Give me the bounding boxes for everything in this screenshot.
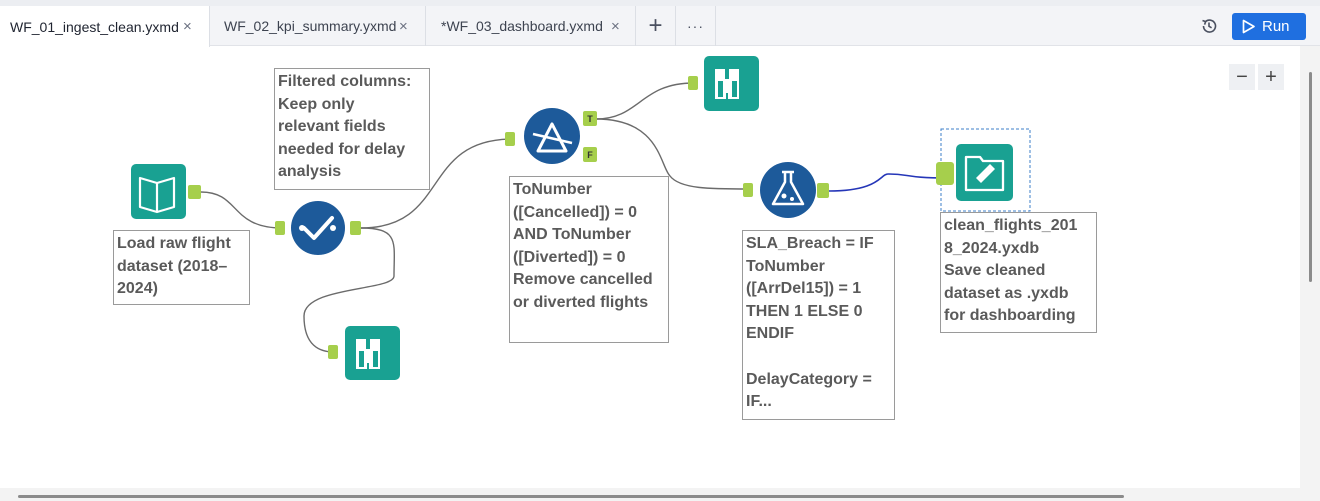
annotation-select: Filtered columns: Keep only relevant fie…	[274, 68, 430, 190]
play-icon	[1242, 19, 1255, 34]
run-label: Run	[1262, 18, 1290, 35]
input-data-tool[interactable]	[131, 164, 201, 219]
true-anchor-label: T	[587, 114, 593, 124]
horizontal-scroll-thumb[interactable]	[18, 495, 1124, 498]
formula-tool[interactable]	[743, 162, 829, 218]
zoom-out-button[interactable]: −	[1229, 64, 1255, 90]
history-icon[interactable]	[1200, 17, 1218, 40]
zoom-in-button[interactable]: +	[1258, 64, 1284, 90]
browse-tool-top[interactable]	[688, 56, 759, 111]
browse-tool-bottom[interactable]	[328, 326, 400, 380]
output-data-tool[interactable]	[936, 128, 1031, 212]
annotation-output: clean_flights_201 8_2024.yxdb Save clean…	[940, 212, 1097, 333]
connection-filter-true-to-browse	[595, 82, 695, 120]
tab-label: *WF_03_dashboard.yxmd	[441, 18, 603, 34]
more-tabs-button[interactable]: ···	[676, 6, 716, 46]
select-tool[interactable]	[275, 201, 361, 255]
tab-label: WF_02_kpi_summary.yxmd	[224, 18, 397, 34]
false-anchor-label: F	[587, 150, 593, 160]
annotation-input: Load raw flight dataset (2018– 2024)	[113, 230, 250, 305]
vertical-scroll-thumb[interactable]	[1309, 72, 1312, 282]
connection-formula-to-output	[828, 173, 949, 192]
annotation-filter: ToNumber ([Cancelled]) = 0 AND ToNumber …	[509, 176, 669, 343]
tab-wf03[interactable]: *WF_03_dashboard.yxmd ×	[426, 6, 636, 46]
close-icon[interactable]: ×	[611, 18, 620, 35]
connection-input-to-select	[200, 191, 283, 229]
close-icon[interactable]: ×	[399, 18, 408, 35]
tab-bar: WF_01_ingest_clean.yxmd × WF_02_kpi_summ…	[0, 0, 1320, 47]
tab-wf01[interactable]: WF_01_ingest_clean.yxmd ×	[0, 6, 210, 47]
close-icon[interactable]: ×	[183, 18, 192, 35]
run-button[interactable]: Run	[1232, 13, 1306, 40]
tab-label: WF_01_ingest_clean.yxmd	[10, 18, 179, 35]
filter-tool[interactable]: T F	[505, 108, 597, 164]
annotation-formula: SLA_Breach = IF ToNumber ([ArrDel15]) = …	[742, 230, 895, 420]
tab-wf02[interactable]: WF_02_kpi_summary.yxmd ×	[210, 6, 426, 46]
new-tab-button[interactable]: +	[636, 6, 676, 46]
